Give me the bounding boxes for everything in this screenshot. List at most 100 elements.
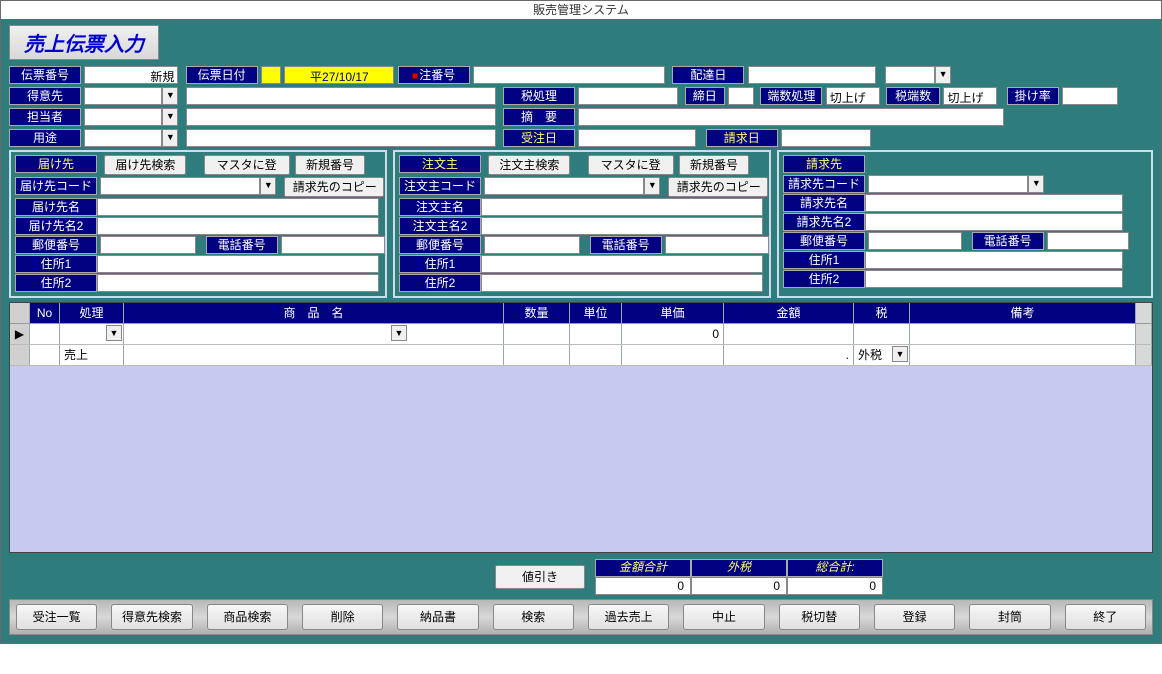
shipto-new-button[interactable]: 新規番号 <box>295 155 365 175</box>
shipto-name-input[interactable] <box>97 198 379 216</box>
orderer-addr1-label: 住所1 <box>399 255 481 273</box>
shipto-postal-input[interactable] <box>100 236 196 254</box>
envelope-button[interactable]: 封筒 <box>969 604 1050 630</box>
customer-dd[interactable]: ▼ <box>162 87 178 105</box>
cell-unit-b[interactable] <box>570 345 622 365</box>
billto-code-dd[interactable]: ▼ <box>1028 175 1044 193</box>
shipto-header: 届け先 <box>15 155 97 173</box>
orderer-name2-input[interactable] <box>481 217 763 235</box>
cell-note[interactable] <box>910 324 1136 344</box>
staff-dd[interactable]: ▼ <box>162 108 178 126</box>
grid-scrollbar[interactable] <box>1136 324 1152 344</box>
customer-label: 得意先 <box>9 87 81 105</box>
shipto-name2-input[interactable] <box>97 217 379 235</box>
orderer-code-label: 注文主コード <box>399 177 481 195</box>
cell-unit[interactable] <box>570 324 622 344</box>
bill-date-value[interactable] <box>781 129 871 147</box>
cutoff-label: 締日 <box>685 87 725 105</box>
order-no-value[interactable] <box>473 66 665 84</box>
cell-no-b[interactable] <box>30 345 60 365</box>
orderer-phone-input[interactable] <box>665 236 769 254</box>
cell-amount-b[interactable]: . <box>724 345 854 365</box>
shipto-addr2-input[interactable] <box>97 274 379 292</box>
delivery-extra-dd[interactable]: ▼ <box>935 66 951 84</box>
orderer-postal-label: 郵便番号 <box>399 236 481 254</box>
cell-name[interactable]: ▼ <box>124 324 504 344</box>
delivery-extra[interactable] <box>885 66 935 84</box>
delete-button[interactable]: 削除 <box>302 604 383 630</box>
orderer-new-button[interactable]: 新規番号 <box>679 155 749 175</box>
orderer-code-dd[interactable]: ▼ <box>644 177 660 195</box>
grid-row[interactable]: ▶ 0▼ ▼ 0 <box>10 324 1152 345</box>
cell-name-b[interactable] <box>124 345 504 365</box>
name-dd-icon[interactable]: ▼ <box>391 325 407 341</box>
usage-dd[interactable]: ▼ <box>162 129 178 147</box>
cell-tax[interactable] <box>854 324 910 344</box>
col-header-name: 商 品 名 <box>124 303 504 323</box>
product-search-button[interactable]: 商品検索 <box>207 604 288 630</box>
order-date-value[interactable] <box>578 129 696 147</box>
shipto-addr1-input[interactable] <box>97 255 379 273</box>
billto-code-input[interactable] <box>868 175 1028 193</box>
orderer-copy-button[interactable]: 請求先のコピー <box>668 177 768 197</box>
grid-row[interactable]: 売上 . 外税▼ <box>10 345 1152 366</box>
orderer-code-input[interactable] <box>484 177 644 195</box>
billto-name2-input[interactable] <box>865 213 1123 231</box>
cell-price-b[interactable] <box>622 345 724 365</box>
summary-value[interactable] <box>578 108 1004 126</box>
past-sales-button[interactable]: 過去売上 <box>588 604 669 630</box>
proc-dd-icon[interactable]: ▼ <box>106 325 122 341</box>
billto-addr1-input[interactable] <box>865 251 1123 269</box>
shipto-postal-label: 郵便番号 <box>15 236 97 254</box>
billto-postal-input[interactable] <box>868 232 962 250</box>
orderer-search-button[interactable]: 注文主検索 <box>488 155 570 175</box>
delivery-date-value[interactable] <box>748 66 876 84</box>
cell-note-b[interactable] <box>910 345 1136 365</box>
staff-code[interactable] <box>84 108 162 126</box>
rate-label: 掛け率 <box>1007 87 1059 105</box>
tax-dd-icon[interactable]: ▼ <box>892 346 908 362</box>
tax-toggle-button[interactable]: 税切替 <box>779 604 860 630</box>
orderer-postal-input[interactable] <box>484 236 580 254</box>
shipto-code-input[interactable] <box>100 177 260 195</box>
date-picker-icon[interactable] <box>261 66 281 84</box>
customer-search-button[interactable]: 得意先検索 <box>111 604 192 630</box>
shipto-phone-input[interactable] <box>281 236 385 254</box>
cell-amount[interactable] <box>724 324 854 344</box>
shipto-register-button[interactable]: マスタに登録 <box>204 155 290 175</box>
billto-name-input[interactable] <box>865 194 1123 212</box>
cell-tax-b[interactable]: 外税▼ <box>854 345 910 365</box>
cell-proc[interactable]: 売上 <box>60 345 124 365</box>
cell-proc-code[interactable]: 0▼ <box>60 324 124 344</box>
cancel-button[interactable]: 中止 <box>683 604 764 630</box>
shipto-copy-button[interactable]: 請求先のコピー <box>284 177 384 197</box>
exit-button[interactable]: 終了 <box>1065 604 1146 630</box>
order-list-button[interactable]: 受注一覧 <box>16 604 97 630</box>
delivery-note-button[interactable]: 納品書 <box>397 604 478 630</box>
cell-no[interactable] <box>30 324 60 344</box>
orderer-addr2-input[interactable] <box>481 274 763 292</box>
orderer-addr1-input[interactable] <box>481 255 763 273</box>
grid-scrollbar[interactable] <box>1136 345 1152 365</box>
shipto-search-button[interactable]: 届け先検索 <box>104 155 186 175</box>
cell-qty-b[interactable] <box>504 345 570 365</box>
line-items-grid[interactable]: No 処理 商 品 名 数量 単位 単価 金額 税 備考 ▶ 0▼ ▼ <box>9 302 1153 553</box>
cell-qty[interactable] <box>504 324 570 344</box>
fraction-value: 切上げ <box>826 87 880 105</box>
slip-date-value[interactable]: 平27/10/17 <box>284 66 394 84</box>
billto-phone-input[interactable] <box>1047 232 1129 250</box>
discount-button[interactable]: 値引き <box>495 565 585 589</box>
orderer-register-button[interactable]: マスタに登録 <box>588 155 674 175</box>
billto-phone-label: 電話番号 <box>972 232 1044 250</box>
search-button[interactable]: 検索 <box>493 604 574 630</box>
customer-name[interactable] <box>186 87 496 105</box>
usage-code[interactable] <box>84 129 162 147</box>
shipto-name-label: 届け先名 <box>15 198 97 216</box>
orderer-name-input[interactable] <box>481 198 763 216</box>
customer-code[interactable] <box>84 87 162 105</box>
cell-price[interactable]: 0 <box>622 324 724 344</box>
shipto-code-dd[interactable]: ▼ <box>260 177 276 195</box>
billto-addr2-input[interactable] <box>865 270 1123 288</box>
register-button[interactable]: 登録 <box>874 604 955 630</box>
slip-no-value[interactable]: 新規 <box>84 66 178 84</box>
